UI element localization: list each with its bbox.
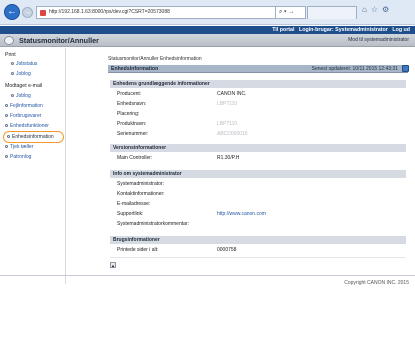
row-label: Printede sider i alt:: [117, 247, 159, 253]
info-row: Supportlink: http://www.canon.com: [117, 210, 407, 218]
window-controls-icon[interactable]: ⌂☆⚙: [362, 5, 393, 14]
sidebar-item-email-joblog[interactable]: Joblog: [11, 93, 31, 99]
bullet-icon: [5, 114, 8, 118]
logout-link[interactable]: Log ud: [392, 27, 410, 33]
info-row: E-mailadresse:: [117, 200, 407, 208]
sidebar-item-enhedsfunktioner[interactable]: Enhedsfunktioner: [5, 123, 49, 129]
last-updated: Senest opdateret: 10/11 2015 12:43:31: [311, 66, 398, 72]
browser-toolbar: ← → http://192.168.1.63:8000/rps/dev.cgi…: [0, 0, 415, 25]
sidebar: Print Jobstatus Joblog Modtaget e-mail J…: [0, 48, 66, 284]
sidebar-heading-email: Modtaget e-mail: [5, 83, 43, 89]
bullet-icon: [5, 104, 8, 108]
sidebar-item-forbrugsvarer[interactable]: Forbrugsvarer: [5, 113, 41, 119]
info-row: Placering:: [117, 110, 407, 118]
to-portal-link[interactable]: Til portal: [272, 27, 294, 33]
info-row: Serienummer: ABCD000015: [117, 130, 407, 138]
info-row: Main Controller: R1.30/P.H: [117, 154, 407, 162]
row-label: Serienummer:: [117, 131, 149, 137]
sidebar-item-label: Joblog: [16, 71, 31, 77]
breadcrumb: Statusmonitor/Annuller Enhedsinformation: [108, 56, 202, 62]
row-value: R1.30/P.H: [217, 155, 240, 161]
info-row: Systemadministratorkommentar:: [117, 220, 407, 228]
title-bar: Statusmonitor/Annuller Mod til systemadm…: [0, 34, 415, 47]
row-label: Enhedsnavn:: [117, 101, 147, 107]
status-monitor-icon: [4, 36, 14, 45]
copyright: Copyright CANON INC. 2015: [344, 280, 409, 286]
row-label: Produktnavn:: [117, 121, 147, 127]
sidebar-item-label: Fejlinformation: [10, 103, 43, 109]
info-row: Systemadministrator:: [117, 180, 407, 188]
top-header: Til portal Login-brugar: Systemadministr…: [0, 26, 415, 34]
row-label: Main Controller:: [117, 155, 153, 161]
address-bar[interactable]: http://192.168.1.63:8000/rps/dev.cgi?CSR…: [36, 6, 276, 19]
browser-tab[interactable]: [307, 6, 357, 19]
section-header: Versionsinformationer: [110, 144, 406, 152]
info-row: Enhedsnavn: LBP7110: [117, 100, 407, 108]
info-row: Printede sider i alt: 0000758: [117, 246, 407, 254]
row-label: Producent:: [117, 91, 142, 97]
page-title: Enhedsinformation: [111, 66, 159, 72]
sidebar-item-label: Jobstatus: [16, 61, 38, 67]
section-header: Brugsinformationer: [110, 236, 406, 244]
sidebar-item-label: Tjek tæller: [10, 144, 34, 150]
to-system-manager-link[interactable]: Mod til systemadministrator: [348, 37, 409, 43]
row-value: CANON INC.: [217, 91, 247, 97]
bullet-icon: [7, 135, 10, 139]
footer-divider: [0, 275, 415, 276]
info-row: Produktnavn: LBP7110: [117, 120, 407, 128]
section-header: Enhedens grundlæggende informationer: [110, 80, 406, 88]
address-tools[interactable]: ⌕ ▾ →: [276, 6, 306, 19]
bullet-icon: [11, 72, 14, 76]
divider: [110, 257, 406, 258]
app-title: Statusmonitor/Annuller: [19, 36, 99, 45]
sidebar-item-label: Patronlog: [10, 154, 32, 160]
row-label: Placering:: [117, 111, 140, 117]
sidebar-item-patronlog[interactable]: Patronlog: [5, 154, 31, 160]
sidebar-item-label: Forbrugsvarer: [10, 113, 42, 119]
sidebar-item-enhedsinformation[interactable]: Enhedsinformation: [3, 131, 64, 143]
info-row: Kontaktinformationer:: [117, 190, 407, 198]
bullet-icon: [5, 145, 8, 149]
row-label: Systemadministratorkommentar:: [117, 221, 189, 227]
sidebar-item-fejlinformation[interactable]: Fejlinformation: [5, 103, 43, 109]
back-to-top-button[interactable]: ▲: [110, 262, 116, 268]
row-label: Systemadministrator:: [117, 181, 164, 187]
info-row: Producent: CANON INC.: [117, 90, 407, 98]
back-button[interactable]: ←: [4, 4, 20, 20]
sidebar-item-tjek-taeller[interactable]: Tjek tæller: [5, 144, 33, 150]
sidebar-item-print-joblog[interactable]: Joblog: [11, 71, 31, 77]
bullet-icon: [5, 155, 8, 159]
site-icon: [40, 10, 46, 16]
sidebar-heading-print: Print: [5, 52, 16, 58]
row-value: 0000758: [217, 247, 237, 253]
sidebar-item-jobstatus[interactable]: Jobstatus: [11, 61, 37, 67]
sidebar-item-label: Joblog: [16, 93, 31, 99]
sidebar-item-label: Enhedsfunktioner: [10, 123, 49, 129]
row-label: Kontaktinformationer:: [117, 191, 165, 197]
forward-button[interactable]: →: [22, 7, 33, 18]
address-url: http://192.168.1.63:8000/rps/dev.cgi?CSR…: [49, 9, 170, 15]
row-value: LBP7110: [217, 101, 238, 107]
bullet-icon: [11, 62, 14, 66]
login-user-text: Login-brugar: Systemadministrator: [298, 27, 388, 33]
row-label: E-mailadresse:: [117, 201, 151, 207]
row-value: LBP7110: [217, 121, 238, 127]
row-label: Supportlink:: [117, 211, 144, 217]
support-link[interactable]: http://www.canon.com: [217, 210, 266, 218]
row-value: ABCD000015: [217, 131, 248, 137]
section-header: Info om systemadministrator: [110, 170, 406, 178]
sidebar-item-label: Enhedsinformation: [12, 134, 54, 140]
page-title-bar: Enhedsinformation Senest opdateret: 10/1…: [108, 65, 409, 73]
bullet-icon: [5, 124, 8, 128]
bullet-icon: [11, 94, 14, 98]
refresh-icon[interactable]: [402, 65, 409, 72]
